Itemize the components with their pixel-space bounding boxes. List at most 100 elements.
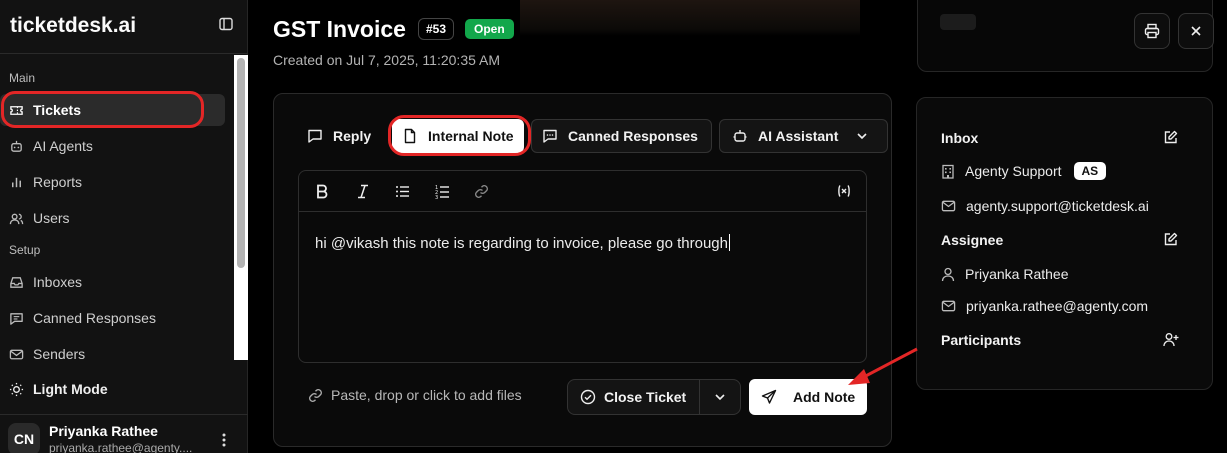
bar-chart-icon: [9, 175, 33, 190]
sidebar-item-label: Canned Responses: [33, 310, 156, 326]
close-options-dropdown[interactable]: [700, 380, 740, 414]
close-ticket-label: Close Ticket: [604, 389, 687, 405]
close-button[interactable]: [1178, 13, 1214, 49]
inbox-email-row: agenty.support@ticketdesk.ai: [941, 198, 1149, 214]
bot-icon: [9, 139, 33, 154]
blurred-tag: [940, 14, 976, 30]
user-icon: [941, 267, 965, 282]
assignee-heading: Assignee: [941, 232, 1004, 248]
page-title: GST Invoice: [273, 16, 406, 42]
sidebar-item-inboxes[interactable]: Inboxes: [0, 266, 225, 298]
edit-icon[interactable]: [1163, 232, 1178, 247]
assignee-email: priyanka.rathee@agenty.com: [966, 298, 1149, 314]
chevron-down-icon: [856, 130, 878, 142]
assignee-email-row: priyanka.rathee@agenty.com: [941, 298, 1148, 314]
printer-icon: [1144, 23, 1160, 39]
sidebar: ticketdesk.ai Main Tickets AI Agents Rep…: [0, 0, 248, 453]
svg-text:3: 3: [435, 195, 438, 199]
add-note-label: Add Note: [793, 389, 856, 405]
blurred-background: [520, 0, 860, 36]
more-vertical-icon[interactable]: [218, 432, 230, 448]
app-logo: ticketdesk.ai: [10, 14, 137, 37]
note-editor[interactable]: 123 hi @vikash this note is regarding to…: [298, 170, 867, 363]
link-icon: [308, 388, 331, 403]
bullet-list-icon[interactable]: [395, 184, 410, 199]
tab-label: AI Assistant: [758, 128, 839, 144]
close-ticket-group: Close Ticket: [567, 379, 741, 415]
sidebar-item-label: Senders: [33, 346, 86, 362]
mail-icon: [941, 299, 966, 313]
assignee-name-row: Priyanka Rathee: [941, 266, 1069, 282]
send-icon: [761, 389, 793, 405]
sidebar-scrollbar[interactable]: [234, 55, 248, 360]
numbered-list-icon[interactable]: 123: [435, 184, 450, 199]
sidebar-toggle-icon[interactable]: [219, 17, 233, 31]
assignee-name: Priyanka Rathee: [965, 266, 1069, 282]
sidebar-item-label: Users: [33, 210, 70, 226]
variable-icon[interactable]: [837, 184, 851, 198]
tab-label: Canned Responses: [568, 128, 698, 144]
check-circle-icon: [580, 389, 604, 405]
tab-label: Reply: [333, 128, 372, 144]
editor-toolbar: 123: [299, 171, 866, 212]
message-icon: [307, 128, 333, 144]
bold-icon[interactable]: [315, 184, 329, 199]
divider: [0, 414, 248, 415]
participants-heading: Participants: [941, 332, 1022, 348]
created-timestamp: Created on Jul 7, 2025, 11:20:35 AM: [273, 52, 501, 68]
scrollbar-thumb[interactable]: [237, 58, 245, 268]
sidebar-item-senders[interactable]: Senders: [0, 338, 225, 370]
print-button[interactable]: [1134, 13, 1170, 49]
user-plus-icon[interactable]: [1163, 332, 1179, 347]
users-icon: [9, 211, 33, 226]
edit-icon[interactable]: [1163, 130, 1178, 145]
close-ticket-button[interactable]: Close Ticket: [568, 380, 700, 414]
sidebar-item-label: AI Agents: [33, 138, 93, 154]
status-badge: Open: [465, 19, 514, 39]
sidebar-item-ai-agents[interactable]: AI Agents: [0, 130, 225, 162]
sidebar-item-reports[interactable]: Reports: [0, 166, 225, 198]
annotation-arrow: [848, 347, 918, 385]
inbox-heading: Inbox: [941, 130, 979, 146]
building-icon: [941, 164, 965, 179]
tab-canned-responses[interactable]: Canned Responses: [531, 119, 712, 153]
mail-icon: [9, 347, 33, 362]
section-main-label: Main: [9, 71, 36, 85]
light-mode-toggle[interactable]: Light Mode: [9, 381, 108, 397]
message-square-icon: [9, 311, 33, 326]
attach-hint: Paste, drop or click to add files: [331, 387, 522, 403]
user-profile[interactable]: CN Priyanka Rathee priyanka.rathee@agent…: [8, 423, 192, 453]
attach-files-area[interactable]: Paste, drop or click to add files: [308, 387, 522, 403]
highlight-annotation: [388, 115, 531, 156]
sidebar-item-label: Reports: [33, 174, 83, 190]
section-setup-label: Setup: [9, 243, 41, 257]
inbox-email: agenty.support@ticketdesk.ai: [966, 198, 1149, 214]
sidebar-item-canned-responses[interactable]: Canned Responses: [0, 302, 225, 334]
mail-icon: [941, 199, 966, 213]
bot-icon: [732, 128, 758, 144]
note-text: hi @vikash this note is regarding to inv…: [315, 235, 728, 252]
inbox-name-row: Agenty Support AS: [941, 162, 1107, 180]
avatar: CN: [8, 423, 40, 453]
chevron-down-icon: [714, 391, 726, 403]
ticket-number-badge: #53: [418, 18, 455, 40]
inbox-name: Agenty Support: [965, 163, 1062, 179]
text-caret: [728, 234, 730, 251]
inbox-badge: AS: [1073, 162, 1107, 180]
highlight-annotation: [1, 91, 204, 128]
ai-assistant-dropdown[interactable]: AI Assistant: [719, 119, 888, 153]
tab-reply[interactable]: Reply: [307, 119, 371, 153]
light-mode-label: Light Mode: [33, 381, 108, 397]
close-icon: [1189, 24, 1203, 38]
user-name: Priyanka Rathee: [49, 423, 158, 439]
user-email: priyanka.rathee@agenty....: [49, 441, 193, 453]
sidebar-item-users[interactable]: Users: [0, 202, 225, 234]
sidebar-item-label: Inboxes: [33, 274, 83, 290]
italic-icon[interactable]: [356, 184, 370, 199]
inbox-icon: [9, 275, 33, 290]
sun-icon: [9, 382, 33, 397]
editor-content[interactable]: hi @vikash this note is regarding to inv…: [315, 234, 730, 252]
message-square-icon: [542, 128, 568, 144]
link-icon[interactable]: [474, 184, 489, 199]
divider: [0, 53, 248, 54]
